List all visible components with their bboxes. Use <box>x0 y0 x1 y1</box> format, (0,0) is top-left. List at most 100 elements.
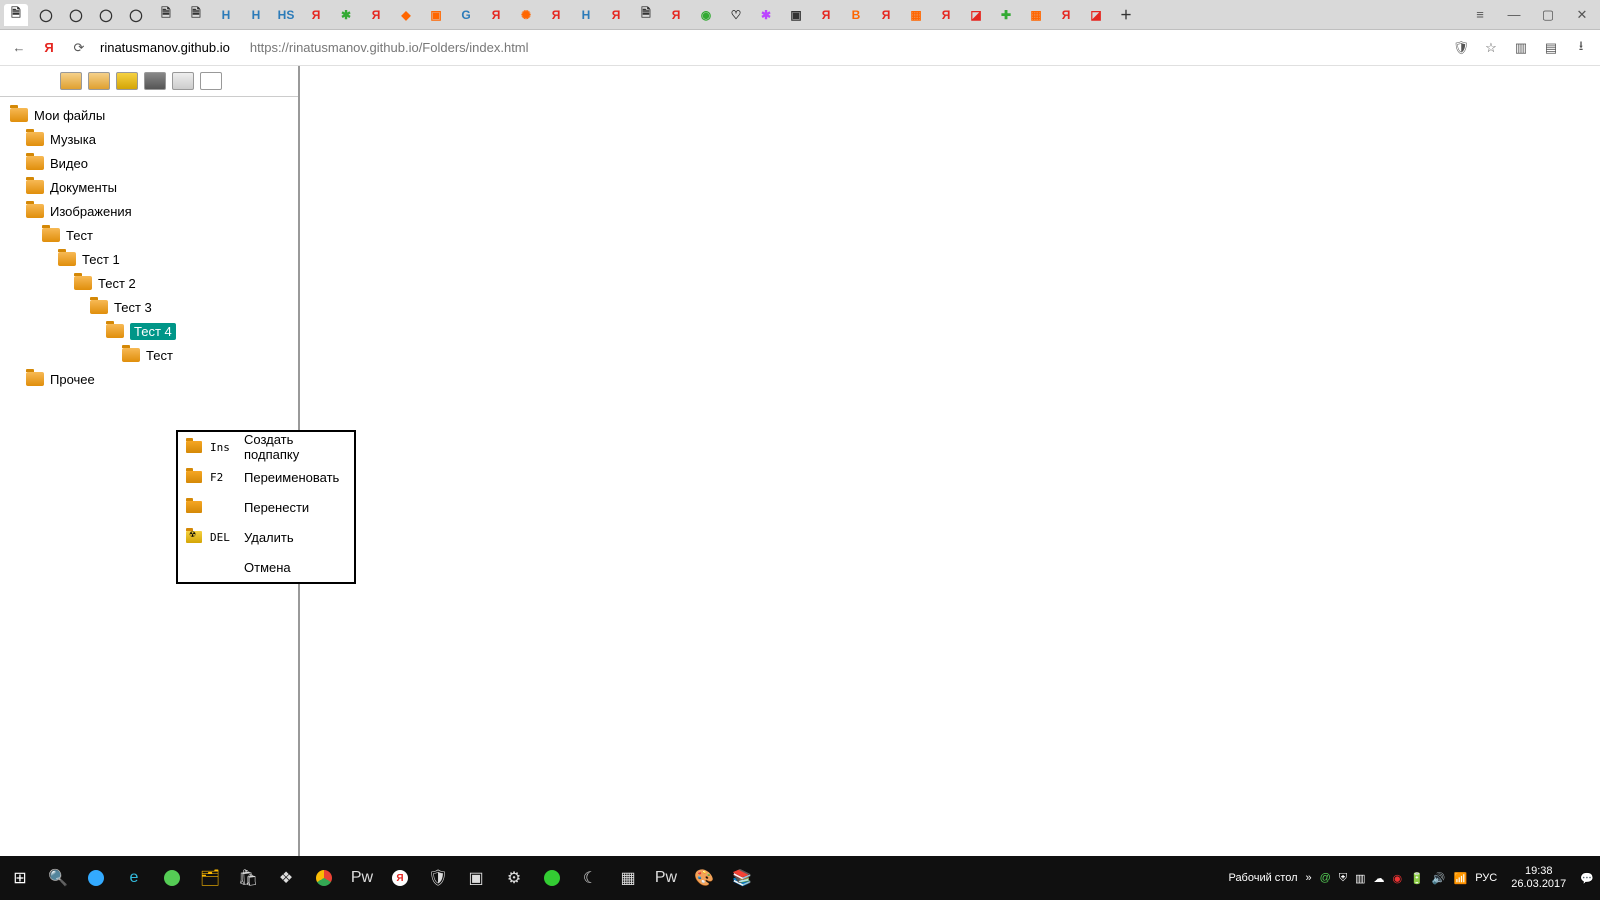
tab-item[interactable]: ♡ <box>724 4 748 26</box>
tree-node[interactable]: Прочее <box>10 367 298 391</box>
taskbar-app-edge[interactable]: e <box>120 864 148 892</box>
taskbar-app-chrome[interactable] <box>310 864 338 892</box>
tab-item[interactable]: ✱ <box>334 4 358 26</box>
ctx-move[interactable]: Перенести <box>178 492 354 522</box>
tree-node[interactable]: Музыка <box>10 127 298 151</box>
bookmark-icon[interactable]: ☆ <box>1482 39 1500 57</box>
tree-node[interactable]: Мои файлы <box>10 103 298 127</box>
tray-language[interactable]: РУС <box>1475 872 1497 884</box>
tree-node[interactable]: Тест 1 <box>10 247 298 271</box>
tray-icon[interactable]: @ <box>1320 872 1331 884</box>
yandex-logo-icon[interactable]: Я <box>40 39 58 57</box>
taskbar-app[interactable] <box>158 864 186 892</box>
taskbar-app[interactable]: ⚙ <box>500 864 528 892</box>
tab-item[interactable]: Я <box>934 4 958 26</box>
tab-item[interactable]: ✚ <box>994 4 1018 26</box>
tray-icon[interactable]: ◉ <box>1392 872 1402 885</box>
tray-chevron-icon[interactable]: » <box>1306 872 1312 884</box>
tab-item[interactable]: 🗎 <box>154 4 178 26</box>
tab-item[interactable]: ✱ <box>754 4 778 26</box>
ctx-cancel[interactable]: Отмена <box>178 552 354 582</box>
tab-item[interactable]: ◯ <box>64 4 88 26</box>
downloads-icon[interactable]: ⭳ <box>1572 39 1590 57</box>
tab-item[interactable]: Я <box>874 4 898 26</box>
tab-item[interactable]: ◆ <box>394 4 418 26</box>
tab-item[interactable]: 🗎 <box>4 4 28 26</box>
tray-icon[interactable]: ☁ <box>1373 872 1384 885</box>
tab-item[interactable]: Я <box>664 4 688 26</box>
tab-item[interactable]: Я <box>604 4 628 26</box>
tray-security-icon[interactable]: ⛨ <box>1339 872 1347 885</box>
browser-menu-icon[interactable]: ≡ <box>1466 4 1494 26</box>
tab-item[interactable]: Я <box>484 4 508 26</box>
tree-node[interactable]: Изображения <box>10 199 298 223</box>
tab-item[interactable]: ◯ <box>124 4 148 26</box>
tree-node[interactable]: Тест <box>10 223 298 247</box>
tab-item[interactable]: ▣ <box>784 4 808 26</box>
tab-item[interactable]: B <box>844 4 868 26</box>
tree-node[interactable]: Документы <box>10 175 298 199</box>
tray-clock[interactable]: 19:38 26.03.2017 <box>1511 865 1566 891</box>
taskbar-app[interactable]: 📚 <box>728 864 756 892</box>
tray-battery-icon[interactable]: 🔋 <box>1410 872 1424 885</box>
tab-item[interactable]: HS <box>274 4 298 26</box>
address-url[interactable]: https://rinatusmanov.github.io/Folders/i… <box>250 40 529 55</box>
reload-button[interactable]: ⟳ <box>70 39 88 57</box>
sidebar-icon[interactable]: ▥ <box>1512 39 1530 57</box>
tab-item[interactable]: ◯ <box>94 4 118 26</box>
taskbar-app-explorer[interactable]: 🗂 <box>196 864 224 892</box>
tab-item[interactable]: 🗎 <box>184 4 208 26</box>
tab-item[interactable]: G <box>454 4 478 26</box>
tab-item[interactable]: Я <box>814 4 838 26</box>
tray-wifi-icon[interactable]: 📶 <box>1454 872 1468 885</box>
toolbar-button[interactable] <box>172 72 194 90</box>
taskbar-app[interactable]: 🛡 <box>424 864 452 892</box>
back-button[interactable]: ← <box>10 39 28 57</box>
taskbar-app[interactable]: Pw <box>652 864 680 892</box>
tree-node[interactable]: Тест 5 <box>10 343 298 367</box>
taskbar-app[interactable]: ▦ <box>614 864 642 892</box>
tab-item[interactable]: ◪ <box>1084 4 1108 26</box>
new-tab-button[interactable]: ＋ <box>1114 4 1138 26</box>
search-button[interactable]: 🔍 <box>44 864 72 892</box>
tab-item[interactable]: H <box>244 4 268 26</box>
tab-item[interactable]: ◪ <box>964 4 988 26</box>
tab-item[interactable]: Я <box>1054 4 1078 26</box>
tab-item[interactable]: H <box>574 4 598 26</box>
tab-item[interactable]: Я <box>304 4 328 26</box>
ctx-create-subfolder[interactable]: Ins Создать подпапку <box>178 432 354 462</box>
tray-icon[interactable]: ▥ <box>1355 872 1365 885</box>
tab-item[interactable]: ▦ <box>904 4 928 26</box>
protect-icon[interactable]: 🛡 <box>1452 39 1470 57</box>
toolbar-button[interactable] <box>116 72 138 90</box>
tree-node-selected[interactable]: Тест 4 <box>10 319 298 343</box>
toolbar-button[interactable] <box>60 72 82 90</box>
desktop-label[interactable]: Рабочий стол <box>1228 872 1297 884</box>
taskbar-app[interactable] <box>82 864 110 892</box>
toolbar-button[interactable] <box>144 72 166 90</box>
tab-item[interactable]: 🗎 <box>634 4 658 26</box>
tab-item[interactable]: ▦ <box>1024 4 1048 26</box>
taskbar-app[interactable]: ☾ <box>576 864 604 892</box>
address-domain[interactable]: rinatusmanov.github.io <box>100 40 230 55</box>
ctx-delete[interactable]: DEL Удалить <box>178 522 354 552</box>
window-minimize-icon[interactable]: — <box>1500 4 1528 26</box>
tree-node[interactable]: Тест 3 <box>10 295 298 319</box>
tree-node[interactable]: Тест 2 <box>10 271 298 295</box>
window-maximize-icon[interactable]: ▢ <box>1534 4 1562 26</box>
tray-volume-icon[interactable]: 🔊 <box>1432 872 1446 885</box>
taskbar-app-store[interactable]: 🛍 <box>234 864 262 892</box>
taskbar-app-yandex[interactable]: Я <box>386 864 414 892</box>
tab-item[interactable]: H <box>214 4 238 26</box>
taskbar-app[interactable]: 🎨 <box>690 864 718 892</box>
taskbar-app-terminal[interactable]: ▣ <box>462 864 490 892</box>
start-button[interactable]: ⊞ <box>6 864 34 892</box>
feed-icon[interactable]: ▤ <box>1542 39 1560 57</box>
tab-item[interactable]: ✺ <box>514 4 538 26</box>
taskbar-app[interactable]: ❖ <box>272 864 300 892</box>
window-close-icon[interactable]: ✕ <box>1568 4 1596 26</box>
tab-item[interactable]: ◉ <box>694 4 718 26</box>
tab-item[interactable]: Я <box>364 4 388 26</box>
ctx-rename[interactable]: F2 Переименовать <box>178 462 354 492</box>
toolbar-button[interactable] <box>200 72 222 90</box>
